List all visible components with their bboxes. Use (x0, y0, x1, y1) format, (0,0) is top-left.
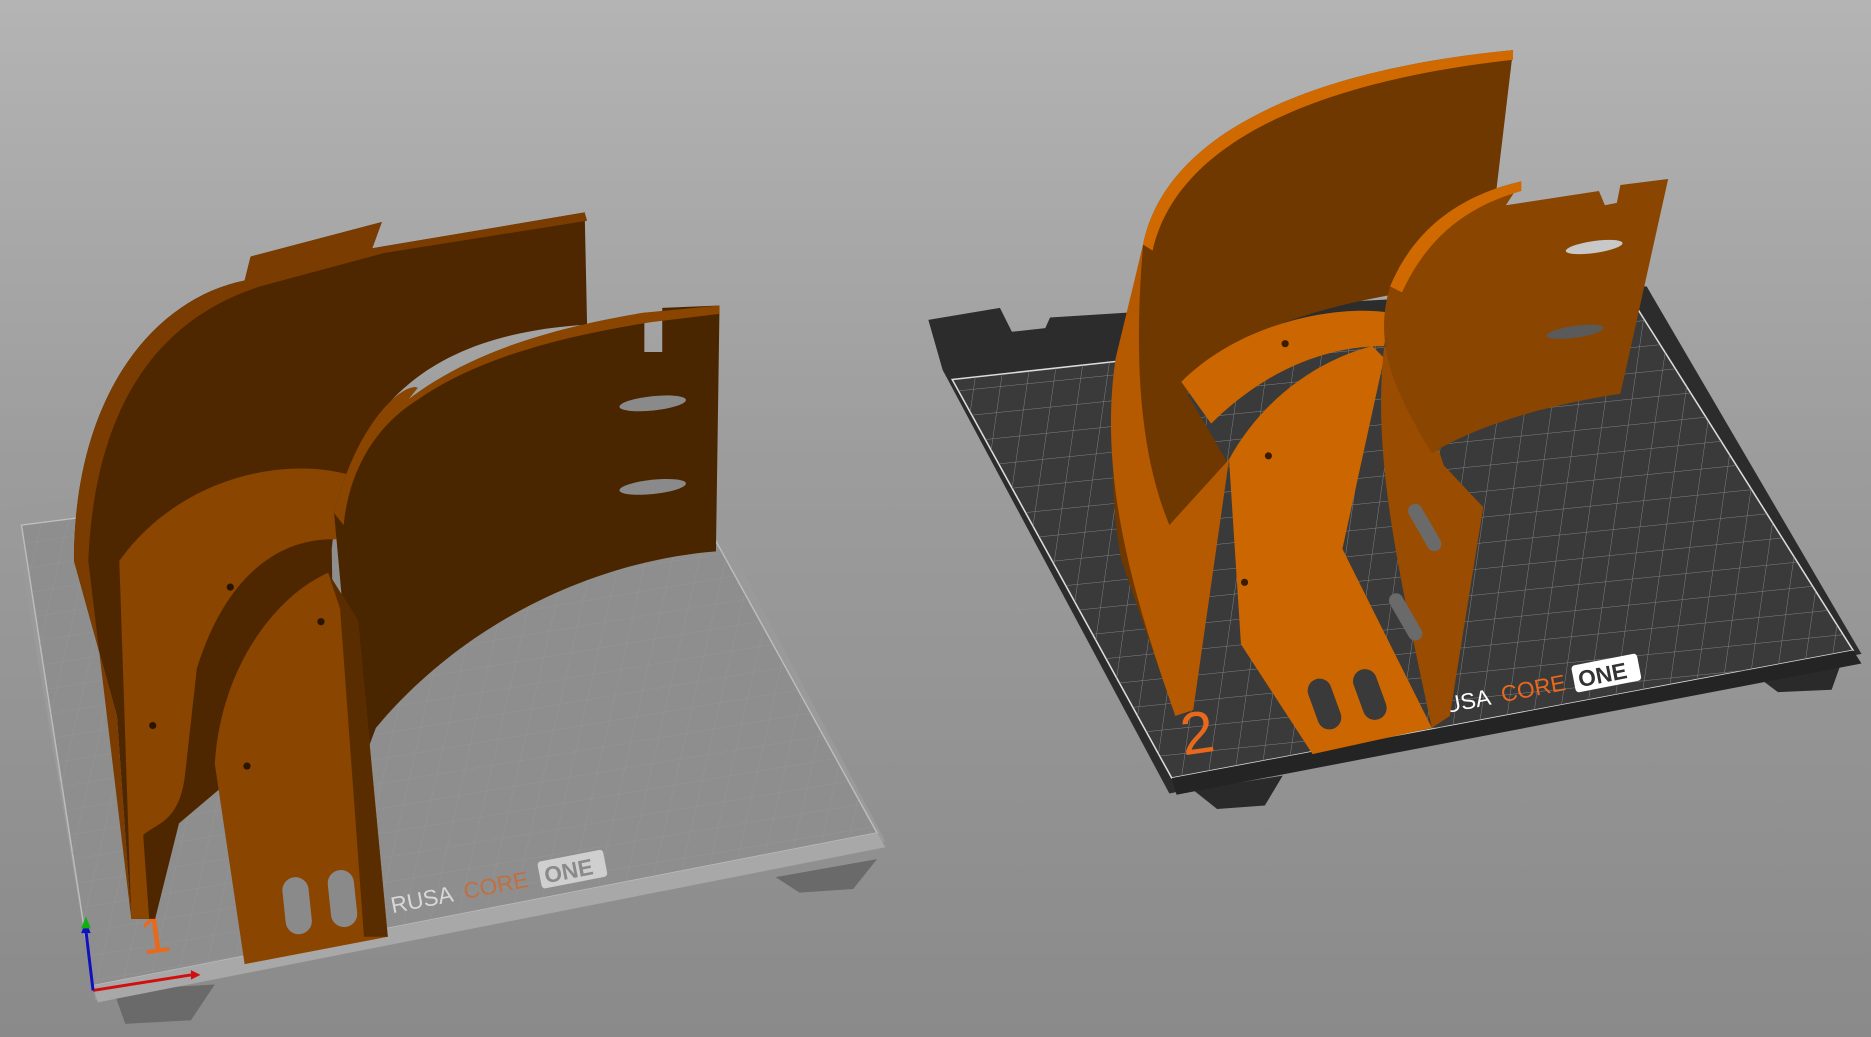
screw-hole (149, 721, 157, 730)
scene[interactable]: 1 RUSA CORE ONE 2 RUSA CORE ONE (0, 0, 1871, 1037)
3d-viewport[interactable]: 1 RUSA CORE ONE 2 RUSA CORE ONE (0, 0, 1871, 1037)
screw-hole (226, 583, 234, 591)
screw-hole (243, 762, 251, 770)
screw-hole (1240, 578, 1249, 586)
screw-hole (317, 618, 325, 626)
screw-hole (1264, 452, 1272, 460)
screw-hole (1281, 340, 1289, 348)
